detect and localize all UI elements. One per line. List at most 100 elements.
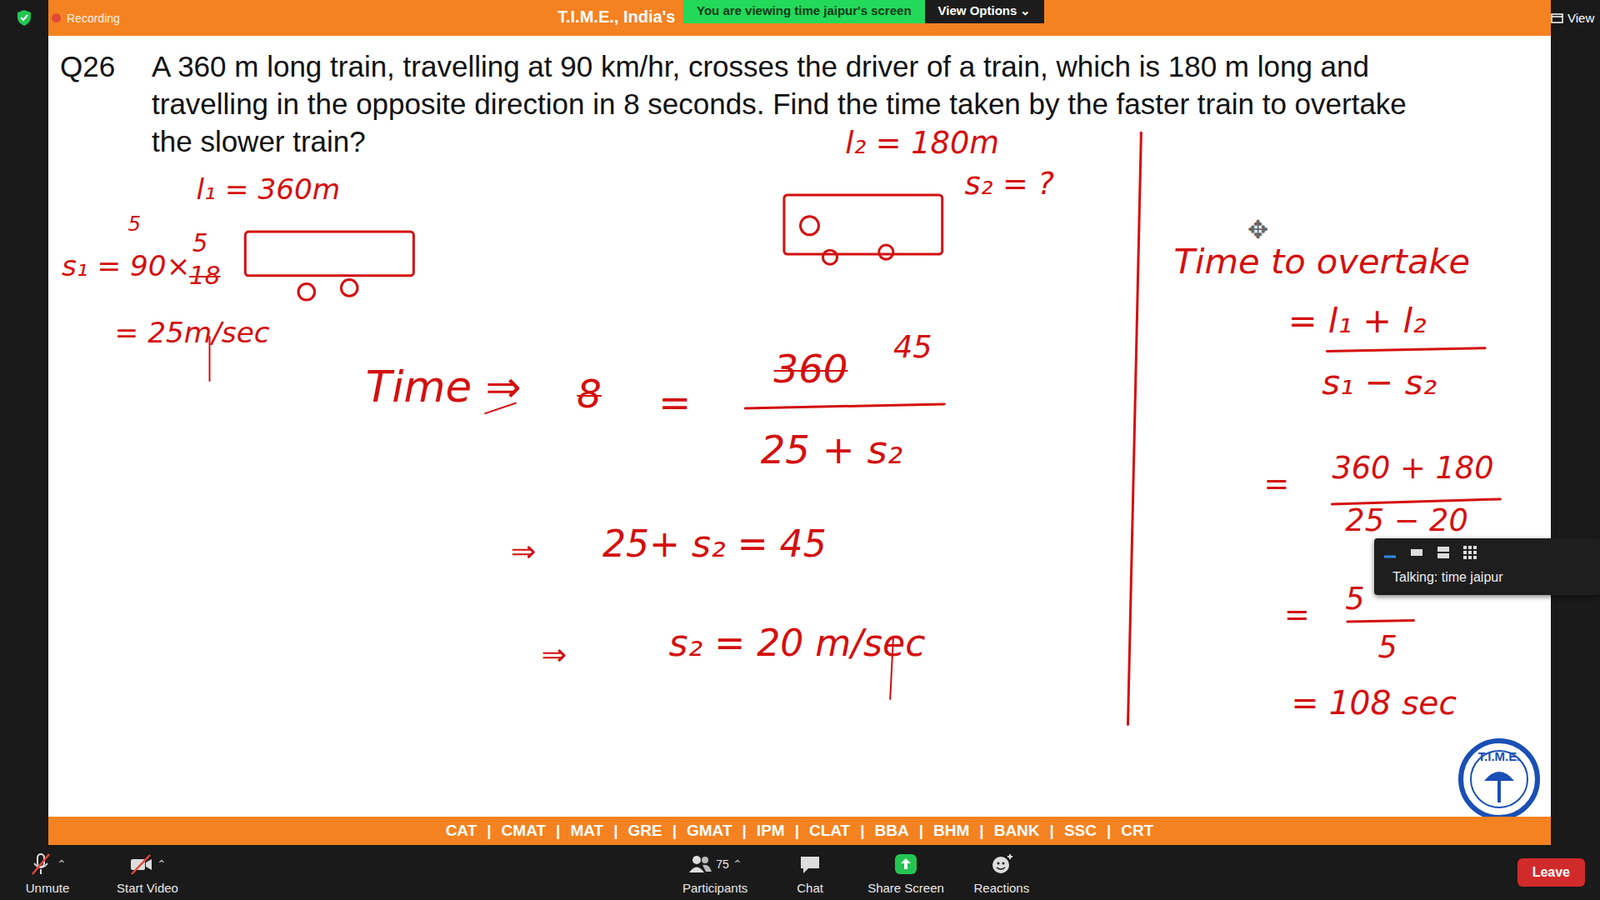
handwritten-note: =	[658, 380, 691, 425]
video-button[interactable]: ⌃ Start Video	[110, 850, 185, 895]
exam-label: BANK	[994, 821, 1040, 840]
stacked-view-icon	[1435, 545, 1451, 560]
exam-separator: |	[979, 821, 984, 840]
handwritten-note: 5	[1378, 630, 1398, 665]
handwritten-note: s₂ = ?	[965, 166, 1055, 202]
caret-icon[interactable]: ⌃	[56, 857, 67, 871]
exam-separator: |	[613, 821, 618, 840]
handwritten-note: 360	[774, 347, 849, 392]
caret-icon[interactable]: ⌃	[732, 857, 743, 871]
participant-count: 75	[715, 857, 730, 871]
shield-icon	[15, 8, 34, 28]
share-title: T.I.M.E., India's	[557, 7, 675, 27]
question-line: A 360 m long train, travelling at 90 km/…	[151, 47, 1551, 85]
toolbar-label: Reactions	[974, 880, 1030, 895]
active-speaker-popup[interactable]: Talking: time jaipur	[1374, 538, 1600, 595]
handwritten-note: = 108 sec	[1290, 684, 1457, 722]
top-left	[0, 0, 49, 36]
time-logo: T.I.M.E.	[1457, 737, 1541, 817]
handwritten-note: ⇒	[510, 534, 537, 570]
question-line: travelling in the opposite direction in …	[151, 85, 1551, 123]
participants-icon	[687, 851, 713, 877]
exam-label: IPM	[756, 821, 785, 840]
caret-icon[interactable]: ⌃	[156, 857, 167, 871]
viewing-banner: You are viewing time jaipur's screenView…	[683, 0, 1045, 24]
handwritten-note: 18	[189, 262, 220, 291]
chat-icon	[797, 851, 823, 877]
handwritten-note: ⇒	[540, 637, 567, 673]
view-button[interactable]: View	[1567, 10, 1595, 25]
meeting-toolbar: ⌃Unmute⌃Start Video75⌃ParticipantsChatSh…	[0, 845, 1600, 900]
handwritten-note: 5	[1345, 581, 1365, 617]
handwritten-note: 5	[128, 212, 142, 236]
handwritten-note: s₁ = 90×	[61, 250, 191, 283]
single-view-icon	[1409, 545, 1425, 560]
handwritten-note: s₂ = 20 m/sec	[669, 622, 926, 665]
exam-strip: CAT|CMAT|MAT|GRE|GMAT|IPM|CLAT|BBA|BHM|B…	[48, 816, 1551, 845]
toolbar-left: ⌃ Unmute ⌃ Start Video	[0, 850, 561, 895]
handwritten-note: 45	[893, 330, 933, 365]
handwritten-note: =	[1284, 597, 1310, 633]
question: Q26A 360 m long train, travelling at 90 …	[48, 35, 1551, 160]
share-button[interactable]: Share Screen	[867, 850, 945, 895]
minimize-icon	[1382, 545, 1398, 560]
exam-separator: |	[919, 821, 924, 840]
exam-separator: |	[486, 821, 491, 840]
recording-indicator: Recording	[48, 11, 120, 25]
handwritten-note: = l₁ + l₂	[1288, 300, 1427, 341]
handwritten-note: 360 + 180	[1331, 450, 1494, 486]
recording-label: Recording	[66, 11, 120, 25]
toolbar-icon-row: 75⌃	[687, 850, 743, 878]
shared-screen: Q26A 360 m long train, travelling at 90 …	[48, 35, 1551, 845]
handwritten-note: 25 − 20	[1345, 503, 1468, 539]
toolbar-label: Share Screen	[867, 880, 945, 895]
exam-label: MAT	[570, 821, 604, 840]
toolbar-center: 75⌃ Participants Chat Share Screen Reactions	[677, 850, 1040, 895]
toolbar-right: Leave	[1039, 858, 1600, 887]
top-orange-bar: Recording T.I.M.E., India's You are viewin…	[48, 0, 1551, 36]
handwritten-note: 8	[576, 372, 602, 417]
right-gutter	[1550, 35, 1600, 845]
recording-dot-icon	[51, 13, 61, 23]
handwritten-note: l₂ = 180m	[845, 125, 1000, 161]
grid-view-icon	[1462, 545, 1478, 560]
reactions-button[interactable]: Reactions	[964, 850, 1040, 895]
content-area: Q26A 360 m long train, travelling at 90 …	[0, 35, 1600, 845]
top-right: View	[1550, 0, 1600, 36]
exam-separator: |	[1050, 821, 1055, 840]
exam-separator: |	[795, 821, 800, 840]
mic-button[interactable]: ⌃ Unmute	[10, 850, 85, 895]
toolbar-label: Participants	[682, 880, 748, 895]
viewing-label: You are viewing time jaipur's screen	[683, 0, 925, 24]
toolbar-icon-row	[989, 850, 1015, 878]
handwritten-note: s₁ − s₂	[1321, 362, 1437, 403]
handwritten-note: 25 + s₂	[760, 428, 904, 473]
exam-separator: |	[860, 821, 865, 840]
popup-controls	[1374, 538, 1600, 567]
exam-label: SSC	[1064, 821, 1097, 840]
exam-label: GRE	[627, 821, 662, 840]
toolbar-label: Unmute	[25, 880, 70, 895]
toolbar-icon-row: ⌃	[128, 850, 167, 878]
participants-button[interactable]: 75⌃ Participants	[677, 850, 753, 895]
toolbar-icon-row	[893, 850, 919, 878]
exam-separator: |	[555, 821, 560, 840]
handwritten-note: =	[1263, 466, 1290, 502]
toolbar-label: Chat	[796, 880, 824, 895]
exam-label: CRT	[1120, 821, 1154, 840]
toolbar-icon-row	[797, 850, 823, 878]
reactions-icon	[989, 851, 1015, 877]
exam-label: BBA	[875, 821, 910, 840]
exam-label: CLAT	[809, 821, 850, 840]
share-icon	[893, 851, 919, 877]
handwritten-note: Time ⇒	[365, 362, 522, 412]
chat-button[interactable]: Chat	[772, 850, 848, 895]
leave-button[interactable]: Leave	[1517, 858, 1585, 887]
toolbar-label: Start Video	[116, 880, 179, 895]
left-gutter	[0, 35, 49, 845]
view-options-button[interactable]: View Options ⌄	[925, 0, 1045, 24]
mic-icon	[28, 851, 54, 877]
talking-label: Talking: time jaipur	[1374, 566, 1600, 595]
handwritten-note: = 25m/sec	[115, 316, 270, 350]
toolbar-icon-row: ⌃	[28, 850, 67, 878]
